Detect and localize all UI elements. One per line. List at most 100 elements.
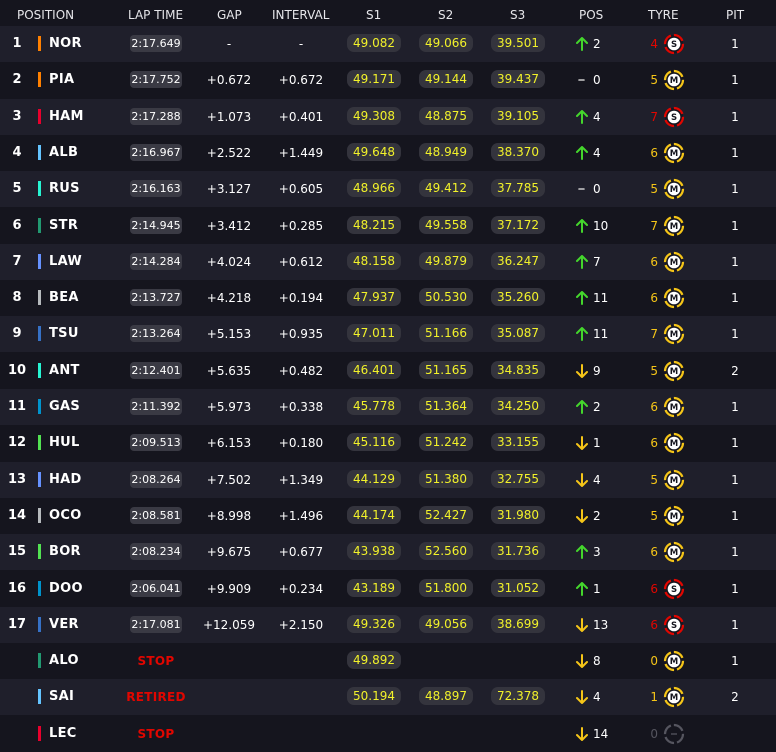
sector-2-time: 49.412 <box>419 179 473 198</box>
table-row[interactable]: 8 BEA 2:13.727 +4.218 +0.194 47.937 50.530 35.2… <box>0 280 776 317</box>
gap-value: +8.998 <box>206 508 252 523</box>
sector-2-time: 49.066 <box>419 34 473 52</box>
interval-value: - <box>298 37 304 51</box>
dash-icon <box>578 79 585 82</box>
table-row[interactable]: 15 BOR 2:08.234 +9.675 +0.677 43.938 52.560 31.… <box>0 534 776 571</box>
lap-time: 2:17.081 <box>130 615 182 633</box>
team-color-bar <box>38 72 41 88</box>
team-color-bar <box>38 36 41 51</box>
table-row[interactable]: LEC STOP 14 0 <box>0 715 776 752</box>
driver-code: LEC <box>49 725 77 741</box>
team-color-bar <box>38 326 41 342</box>
arrow-down-icon <box>576 690 588 705</box>
table-row[interactable]: ALO STOP 49.892 8 0 M 1 <box>0 643 776 680</box>
table-row[interactable]: 5 RUS 2:16.163 +3.127 +0.605 48.966 49.412 37.7… <box>0 171 776 208</box>
medium-tyre-icon: M <box>663 251 685 272</box>
driver-code: STR <box>49 217 79 233</box>
soft-tyre-icon: S <box>663 106 685 127</box>
sector-3-time: 33.155 <box>491 433 545 452</box>
pit-count: 1 <box>731 581 739 596</box>
gap-value <box>196 716 262 752</box>
svg-text:M: M <box>670 367 678 377</box>
pit-count <box>720 716 750 752</box>
interval-value: +0.338 <box>278 400 324 414</box>
sector-2-time: 51.165 <box>419 360 473 379</box>
sector-3-time: 72.378 <box>491 687 545 706</box>
position-number: 15 <box>7 544 27 560</box>
interval-value: +0.677 <box>278 545 324 560</box>
gap-value: +4.024 <box>206 254 252 269</box>
interval-value: +1.449 <box>278 145 324 160</box>
lap-time: 2:08.234 <box>130 543 182 561</box>
sector-2-time: 52.427 <box>419 505 473 524</box>
sector-1-time: 47.937 <box>347 288 401 307</box>
table-row[interactable]: 1 NOR 2:17.649 - - 49.082 49.066 39.501 2 4 S 1 <box>0 26 776 62</box>
table-row[interactable]: 4 ALB 2:16.967 +2.522 +1.449 49.648 48.949 38.3… <box>0 134 776 171</box>
svg-text:M: M <box>670 548 678 558</box>
driver-code: HAD <box>49 471 82 487</box>
tyre-age: 1 <box>650 690 658 705</box>
lap-time: 2:12.401 <box>130 361 182 379</box>
team-color-bar <box>38 435 41 451</box>
table-row[interactable]: 9 TSU 2:13.264 +5.153 +0.935 47.011 51.166 35.0… <box>0 316 776 353</box>
sector-2-time: 48.897 <box>419 687 473 706</box>
medium-tyre-icon: M <box>663 360 685 381</box>
header-position: POSITION <box>17 8 75 22</box>
table-row[interactable]: 14 OCO 2:08.581 +8.998 +1.496 44.174 52.427 31.… <box>0 497 776 534</box>
arrow-down-icon <box>576 726 588 741</box>
interval-value: +0.234 <box>278 581 324 596</box>
table-row[interactable]: 6 STR 2:14.945 +3.412 +0.285 48.215 49.558 37.1… <box>0 207 776 244</box>
sector-1-time: 50.194 <box>347 687 401 706</box>
table-row[interactable]: 13 HAD 2:08.264 +7.502 +1.349 44.129 51.380 32.… <box>0 461 776 498</box>
soft-tyre-icon: S <box>663 614 685 635</box>
pit-count: 1 <box>731 508 739 523</box>
sector-2-time: 50.530 <box>419 288 473 307</box>
tyre-age: 5 <box>650 363 658 378</box>
position-change-count: 7 <box>593 254 601 269</box>
medium-tyre-icon: M <box>663 650 685 672</box>
table-row[interactable]: 10 ANT 2:12.401 +5.635 +0.482 46.401 51.165 34.… <box>0 352 776 389</box>
table-row[interactable]: 7 LAW 2:14.284 +4.024 +0.612 48.158 49.879 36.2… <box>0 243 776 280</box>
position-change-count: 4 <box>593 472 601 487</box>
table-row[interactable]: 3 HAM 2:17.288 +1.073 +0.401 49.308 48.875 39.1… <box>0 98 776 135</box>
driver-code: BEA <box>49 290 79 306</box>
driver-code: TSU <box>49 326 79 342</box>
position-change-count: 13 <box>593 617 609 632</box>
position-number: 5 <box>12 181 22 197</box>
sector-3-time: 39.501 <box>491 34 545 52</box>
position-change-count: 4 <box>593 690 601 705</box>
lap-time: 2:14.945 <box>130 216 182 234</box>
table-row[interactable]: 11 GAS 2:11.392 +5.973 +0.338 45.778 51.364 34.… <box>0 389 776 425</box>
position-number: 2 <box>12 72 22 88</box>
table-row[interactable]: 17 VER 2:17.081 +12.059 +2.150 49.326 49.056 38… <box>0 606 776 643</box>
lap-time: 2:14.284 <box>130 252 182 270</box>
status-label: STOP <box>137 726 175 741</box>
table-row[interactable]: 12 HUL 2:09.513 +6.153 +0.180 45.116 51.242 33.… <box>0 425 776 462</box>
team-color-bar <box>38 653 41 669</box>
dash-icon <box>578 188 585 190</box>
position-change-count: 2 <box>593 400 601 414</box>
table-row[interactable]: 2 PIA 2:17.752 +0.672 +0.672 49.171 49.144 39.4… <box>0 62 776 99</box>
table-row[interactable]: 16 DOO 2:06.041 +9.909 +0.234 43.189 51.800 31.… <box>0 570 776 607</box>
position-change-count: 2 <box>593 508 601 523</box>
driver-code: OCO <box>49 507 82 523</box>
gap-value: +9.675 <box>206 545 252 560</box>
status-label: RETIRED <box>126 690 186 705</box>
interval-value: +0.612 <box>278 254 324 269</box>
position-number: 4 <box>12 144 22 160</box>
team-color-bar <box>38 144 41 160</box>
soft-tyre-icon: S <box>663 33 685 55</box>
position-number <box>2 643 32 679</box>
sector-3-time: 31.980 <box>491 505 545 524</box>
position-change-count: 1 <box>593 436 601 451</box>
lap-time: 2:17.288 <box>130 107 182 125</box>
arrow-down-icon <box>576 436 588 451</box>
table-row[interactable]: SAI RETIRED 50.194 48.897 72.378 4 1 M 2 <box>0 679 776 716</box>
sector-2-time: 51.800 <box>419 578 473 597</box>
svg-text:M: M <box>670 657 678 667</box>
lap-time: 2:17.752 <box>130 71 182 89</box>
gap-value: +0.672 <box>206 73 252 88</box>
tyre-age: 7 <box>650 218 658 233</box>
header-s2: S2 <box>438 8 454 22</box>
tyre-age: 6 <box>650 145 658 160</box>
